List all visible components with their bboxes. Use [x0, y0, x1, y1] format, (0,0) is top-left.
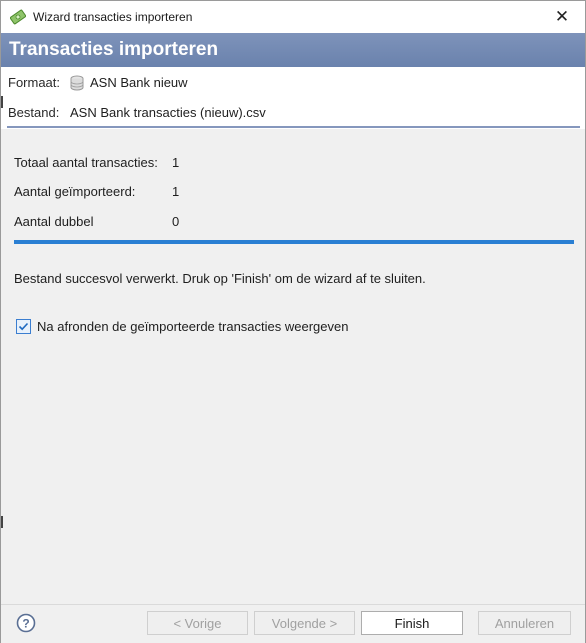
button-bar: ? < Vorige Volgende > Finish Annuleren	[1, 604, 585, 643]
left-edge-marker	[1, 96, 3, 108]
cancel-button[interactable]: Annuleren	[478, 611, 571, 635]
finish-button[interactable]: Finish	[361, 611, 463, 635]
total-value: 1	[172, 155, 180, 170]
svg-text:?: ?	[22, 617, 29, 631]
wizard-content: Totaal aantal transacties: 1 Aantal geïm…	[1, 129, 585, 604]
progress-bar	[14, 240, 574, 244]
window-title: Wizard transacties importeren	[33, 10, 193, 24]
progress-fill	[14, 240, 574, 244]
import-info-panel: Formaat: ASN Bank nieuw Bestand: ASN Ban…	[1, 67, 585, 129]
close-icon: ✕	[554, 7, 570, 26]
imported-value: 1	[172, 184, 180, 199]
previous-button[interactable]: < Vorige	[147, 611, 248, 635]
title-bar: Wizard transacties importeren ✕	[1, 1, 585, 33]
close-button[interactable]: ✕	[539, 1, 585, 33]
checkmark-icon	[18, 322, 29, 330]
file-row: Bestand: ASN Bank transacties (nieuw).cs…	[8, 103, 408, 123]
show-imported-label: Na afronden de geïmporteerde transacties…	[37, 318, 349, 334]
format-row: Formaat: ASN Bank nieuw	[8, 73, 408, 93]
page-title: Transacties importeren	[9, 39, 219, 60]
duplicate-label: Aantal dubbel	[14, 214, 94, 229]
file-value: ASN Bank transacties (nieuw).csv	[70, 105, 266, 120]
next-button[interactable]: Volgende >	[254, 611, 355, 635]
show-imported-checkbox[interactable]	[16, 318, 31, 334]
database-icon	[70, 75, 84, 91]
duplicate-value: 0	[172, 214, 180, 229]
format-label: Formaat:	[8, 75, 61, 90]
status-message: Bestand succesvol verwerkt. Druk op 'Fin…	[14, 271, 426, 286]
show-imported-option[interactable]: Na afronden de geïmporteerde transacties…	[16, 317, 348, 335]
left-edge-marker	[1, 516, 3, 528]
imported-label: Aantal geïmporteerd:	[14, 184, 136, 199]
format-value: ASN Bank nieuw	[90, 75, 188, 90]
money-icon	[10, 9, 26, 25]
wizard-window: Wizard transacties importeren ✕ Transact…	[0, 0, 586, 643]
help-icon[interactable]: ?	[16, 613, 36, 633]
file-label: Bestand:	[8, 105, 60, 120]
total-label: Totaal aantal transacties:	[14, 155, 158, 170]
wizard-header: Transacties importeren	[1, 33, 585, 67]
info-divider	[7, 126, 580, 128]
